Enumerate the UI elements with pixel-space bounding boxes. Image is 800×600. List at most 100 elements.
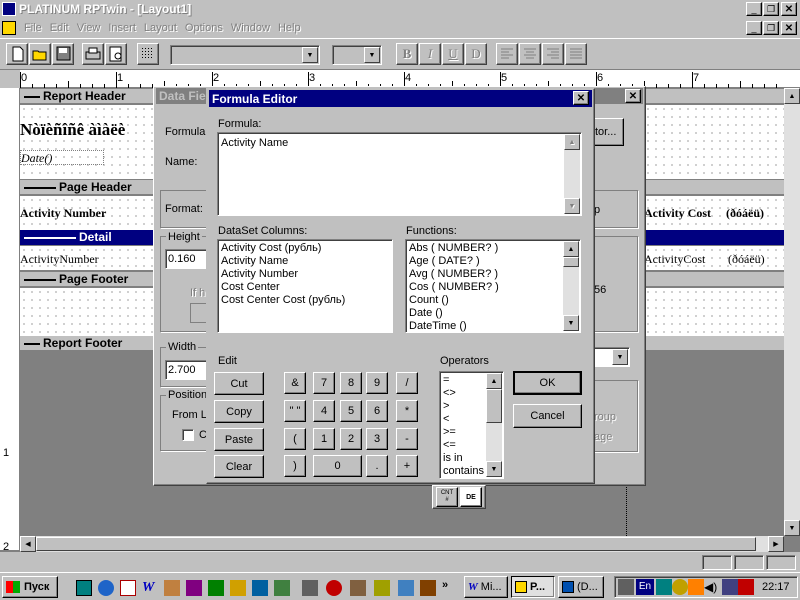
- fe-functions-list[interactable]: Abs ( NUMBER? ) Age ( DATE? ) Avg ( NUMB…: [405, 239, 581, 333]
- task-document-button[interactable]: (D...: [558, 576, 604, 598]
- activity-number-field[interactable]: ActivityNumber: [20, 252, 99, 267]
- app-icon[interactable]: [2, 2, 16, 16]
- fe-function-item[interactable]: Cos ( NUMBER? ): [406, 281, 580, 294]
- tray-app1-icon[interactable]: [618, 579, 634, 595]
- app-restore-button[interactable]: ❐: [763, 2, 779, 16]
- report-date-field[interactable]: Date(): [20, 150, 104, 165]
- fe-functions-scroll-up-icon[interactable]: ▲: [563, 241, 579, 257]
- menu-help[interactable]: Help: [274, 22, 305, 34]
- df-checkbox[interactable]: [182, 429, 194, 441]
- menu-view[interactable]: View: [73, 22, 105, 34]
- app-close-button[interactable]: ✕: [781, 2, 797, 16]
- quicklaunch-app7-icon[interactable]: [326, 580, 342, 596]
- fe-functions-scroll-down-icon[interactable]: ▼: [563, 315, 579, 331]
- document-field-icon[interactable]: DE: [460, 487, 482, 507]
- fe-function-item[interactable]: Count (): [406, 294, 580, 307]
- new-file-icon[interactable]: [6, 43, 28, 65]
- fe-key-2[interactable]: 2: [340, 428, 362, 450]
- fe-key-4[interactable]: 4: [313, 400, 335, 422]
- fe-dataset-item[interactable]: Activity Number: [218, 268, 392, 281]
- fe-key-plus[interactable]: +: [396, 455, 418, 477]
- quicklaunch-app11-icon[interactable]: [420, 580, 436, 596]
- italic-button[interactable]: I: [419, 43, 441, 65]
- fe-key-quotes[interactable]: " ": [284, 400, 306, 422]
- fe-function-item[interactable]: Abs ( NUMBER? ): [406, 242, 580, 255]
- font-name-dropdown-icon[interactable]: ▼: [302, 47, 318, 63]
- align-justify-icon[interactable]: [565, 43, 587, 65]
- activity-cost-field-suffix[interactable]: (ðóáëü): [728, 252, 765, 267]
- fe-cancel-button[interactable]: Cancel: [513, 404, 582, 428]
- data-field-close-button[interactable]: ✕: [625, 89, 641, 103]
- fe-formula-scroll-up-icon[interactable]: ▲: [564, 134, 580, 150]
- underline-button[interactable]: U: [442, 43, 464, 65]
- save-icon[interactable]: [52, 43, 74, 65]
- activity-number-header[interactable]: Activity Number: [20, 206, 106, 221]
- open-folder-icon[interactable]: [29, 43, 51, 65]
- grid-icon[interactable]: [137, 43, 159, 65]
- main-scroll-down-icon[interactable]: ▼: [784, 520, 800, 536]
- menu-file[interactable]: File: [20, 22, 46, 34]
- fe-key-3[interactable]: 3: [366, 428, 388, 450]
- fe-operators-scroll-thumb[interactable]: [486, 389, 502, 423]
- df-right-select-dropdown-icon[interactable]: ▼: [612, 349, 628, 365]
- quicklaunch-app8-icon[interactable]: [350, 580, 366, 596]
- align-left-icon[interactable]: [496, 43, 518, 65]
- menu-layout[interactable]: Layout: [140, 22, 181, 34]
- fe-dataset-item[interactable]: Cost Center: [218, 281, 392, 294]
- fe-operators-scroll-up-icon[interactable]: ▲: [486, 373, 502, 389]
- quicklaunch-app4-icon[interactable]: [252, 580, 268, 596]
- fe-key-1[interactable]: 1: [313, 428, 335, 450]
- fe-functions-scroll-thumb[interactable]: [563, 257, 579, 267]
- tray-volume-icon[interactable]: ◀): [704, 579, 720, 595]
- main-hscroll-thumb[interactable]: [36, 537, 756, 551]
- fe-operators-scroll-down-icon[interactable]: ▼: [486, 461, 502, 477]
- activity-cost-header-suffix[interactable]: (ðóáëü): [726, 206, 764, 221]
- document-icon[interactable]: [2, 21, 16, 35]
- fe-key-9[interactable]: 9: [366, 372, 388, 394]
- fe-cut-button[interactable]: Cut: [214, 372, 264, 395]
- activity-cost-field[interactable]: ActivityCost: [644, 252, 705, 267]
- fe-key-5[interactable]: 5: [340, 400, 362, 422]
- fe-copy-button[interactable]: Copy: [214, 400, 264, 423]
- task-platinum-button[interactable]: P...: [511, 576, 555, 598]
- fe-function-item[interactable]: Date (): [406, 307, 580, 320]
- tray-lang-indicator[interactable]: En: [636, 579, 654, 595]
- tray-app5-icon[interactable]: [722, 579, 738, 595]
- fe-key-7[interactable]: 7: [313, 372, 335, 394]
- fe-dataset-item[interactable]: Activity Name: [218, 255, 392, 268]
- fe-key-open-paren[interactable]: (: [284, 428, 306, 450]
- align-right-icon[interactable]: [542, 43, 564, 65]
- df-width-input[interactable]: 2.700: [165, 360, 210, 380]
- report-title-text[interactable]: Nòïèñîñê àìàëè: [20, 120, 125, 140]
- double-underline-button[interactable]: D: [465, 43, 487, 65]
- menu-window[interactable]: Window: [227, 22, 274, 34]
- fe-key-0[interactable]: 0: [313, 455, 362, 477]
- fe-formula-textarea[interactable]: Activity Name: [217, 132, 582, 216]
- fe-paste-button[interactable]: Paste: [214, 428, 264, 451]
- quicklaunch-app3-icon[interactable]: [230, 580, 246, 596]
- count-field-icon[interactable]: CNT #: [436, 487, 458, 507]
- align-center-icon[interactable]: [519, 43, 541, 65]
- fe-formula-scroll-down-icon[interactable]: ▼: [564, 198, 580, 214]
- fe-dataset-item[interactable]: Activity Cost (рубль): [218, 242, 392, 255]
- quicklaunch-app10-icon[interactable]: [398, 580, 414, 596]
- fe-key-divide[interactable]: /: [396, 372, 418, 394]
- font-name-select[interactable]: [170, 45, 320, 65]
- fe-key-decimal[interactable]: .: [366, 455, 388, 477]
- quicklaunch-app5-icon[interactable]: [274, 580, 290, 596]
- fe-key-minus[interactable]: -: [396, 428, 418, 450]
- fe-key-close-paren[interactable]: ): [284, 455, 306, 477]
- fe-function-item[interactable]: DateTime (): [406, 320, 580, 332]
- formula-editor-close-button[interactable]: ✕: [573, 91, 589, 105]
- start-button[interactable]: Пуск: [2, 576, 58, 598]
- doc-restore-button[interactable]: ❐: [763, 21, 779, 35]
- fe-function-item[interactable]: Age ( DATE? ): [406, 255, 580, 268]
- activity-cost-header[interactable]: Activity Cost: [644, 206, 711, 221]
- quicklaunch-excel-icon[interactable]: [208, 580, 224, 596]
- fe-key-8[interactable]: 8: [340, 372, 362, 394]
- fe-clear-button[interactable]: Clear: [214, 455, 264, 478]
- fe-dataset-list[interactable]: Activity Cost (рубль) Activity Name Acti…: [217, 239, 393, 333]
- quicklaunch-ie-icon[interactable]: [98, 580, 114, 596]
- menu-insert[interactable]: Insert: [104, 22, 140, 34]
- fe-dataset-item[interactable]: Cost Center Cost (рубль): [218, 294, 392, 307]
